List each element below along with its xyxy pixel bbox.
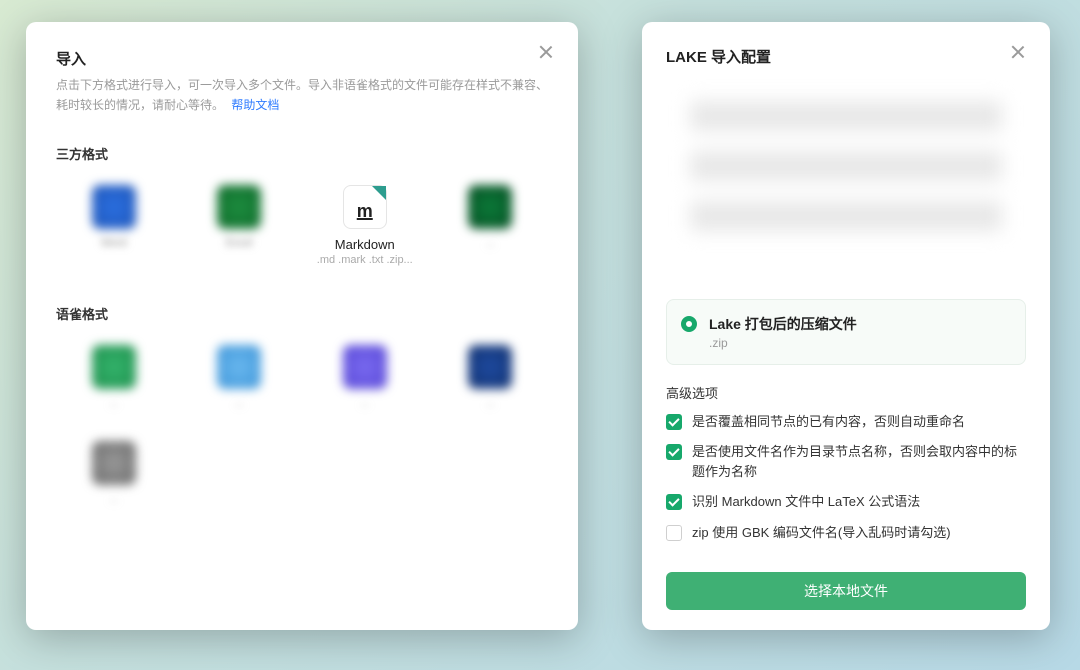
format-label: ...: [186, 397, 294, 409]
checkbox-checked-icon: [666, 494, 682, 510]
format-label: ...: [60, 493, 168, 505]
close-icon[interactable]: [538, 44, 554, 60]
section-thirdparty-heading: 三方格式: [56, 144, 548, 163]
checkbox-checked-icon: [666, 414, 682, 430]
format-icon: [468, 345, 512, 389]
checkbox-label: 是否使用文件名作为目录节点名称，否则会取内容中的标题作为名称: [692, 442, 1026, 482]
format-icon: [468, 185, 512, 229]
radio-selected-icon: [681, 316, 697, 332]
checkbox-label: zip 使用 GBK 编码文件名(导入乱码时请勾选): [692, 523, 951, 543]
format-label: Excel: [186, 237, 294, 249]
markdown-icon: [343, 185, 387, 229]
import-dialog: 导入 点击下方格式进行导入，可一次导入多个文件。导入非语雀格式的文件可能存在样式…: [26, 22, 578, 630]
dialog-description: 点击下方格式进行导入，可一次导入多个文件。导入非语雀格式的文件可能存在样式不兼容…: [56, 75, 548, 116]
format-item[interactable]: ...: [433, 337, 549, 419]
format-item[interactable]: ...: [182, 337, 298, 419]
select-local-file-button[interactable]: 选择本地文件: [666, 572, 1026, 610]
format-label: ...: [311, 397, 419, 409]
format-item[interactable]: ...: [433, 177, 549, 276]
format-item[interactable]: ...: [307, 337, 423, 419]
checkbox-label: 是否覆盖相同节点的已有内容，否则自动重命名: [692, 412, 965, 432]
checkbox-row[interactable]: 是否使用文件名作为目录节点名称，否则会取内容中的标题作为名称: [666, 442, 1026, 482]
format-icon: [343, 345, 387, 389]
checkbox-checked-icon: [666, 444, 682, 460]
format-item[interactable]: Word: [56, 177, 172, 276]
thirdparty-grid: Word Excel Markdown .md .mark .txt .zip.…: [56, 177, 548, 276]
close-icon[interactable]: [1010, 44, 1026, 60]
dialog-title: LAKE 导入配置: [666, 46, 1026, 67]
help-link[interactable]: 帮助文档: [231, 98, 279, 112]
format-item-markdown[interactable]: Markdown .md .mark .txt .zip...: [307, 177, 423, 276]
section-yuque-heading: 语雀格式: [56, 304, 548, 323]
checkbox-row[interactable]: zip 使用 GBK 编码文件名(导入乱码时请勾选): [666, 523, 1026, 543]
format-icon: [92, 441, 136, 485]
format-item[interactable]: ...: [56, 433, 172, 515]
format-label: Word: [60, 237, 168, 249]
lake-import-config-dialog: LAKE 导入配置 Lake 打包后的压缩文件 .zip 高级选项 是否覆盖相同…: [642, 22, 1050, 630]
dialog-desc-text: 点击下方格式进行导入，可一次导入多个文件。导入非语雀格式的文件可能存在样式不兼容…: [56, 78, 548, 112]
dialog-title: 导入: [56, 48, 548, 69]
format-label: ...: [60, 397, 168, 409]
format-icon: [92, 345, 136, 389]
format-item[interactable]: ...: [56, 337, 172, 419]
option-name: Lake 打包后的压缩文件: [709, 314, 857, 334]
format-icon: [92, 185, 136, 229]
format-icon: [217, 345, 261, 389]
format-label: ...: [437, 237, 545, 249]
checkbox-row[interactable]: 识别 Markdown 文件中 LaTeX 公式语法: [666, 492, 1026, 512]
format-ext: .md .mark .txt .zip...: [311, 254, 419, 266]
file-type-option[interactable]: Lake 打包后的压缩文件 .zip: [666, 299, 1026, 365]
yuque-grid: ... ... ... ... ...: [56, 337, 548, 515]
checkbox-label: 识别 Markdown 文件中 LaTeX 公式语法: [692, 492, 920, 512]
checkbox-row[interactable]: 是否覆盖相同节点的已有内容，否则自动重命名: [666, 412, 1026, 432]
advanced-heading: 高级选项: [666, 383, 1026, 402]
config-preview: [666, 81, 1026, 291]
format-item[interactable]: Excel: [182, 177, 298, 276]
checkbox-unchecked-icon: [666, 525, 682, 541]
format-icon: [217, 185, 261, 229]
format-name: Markdown: [311, 237, 419, 252]
option-sub: .zip: [709, 336, 857, 350]
format-label: ...: [437, 397, 545, 409]
